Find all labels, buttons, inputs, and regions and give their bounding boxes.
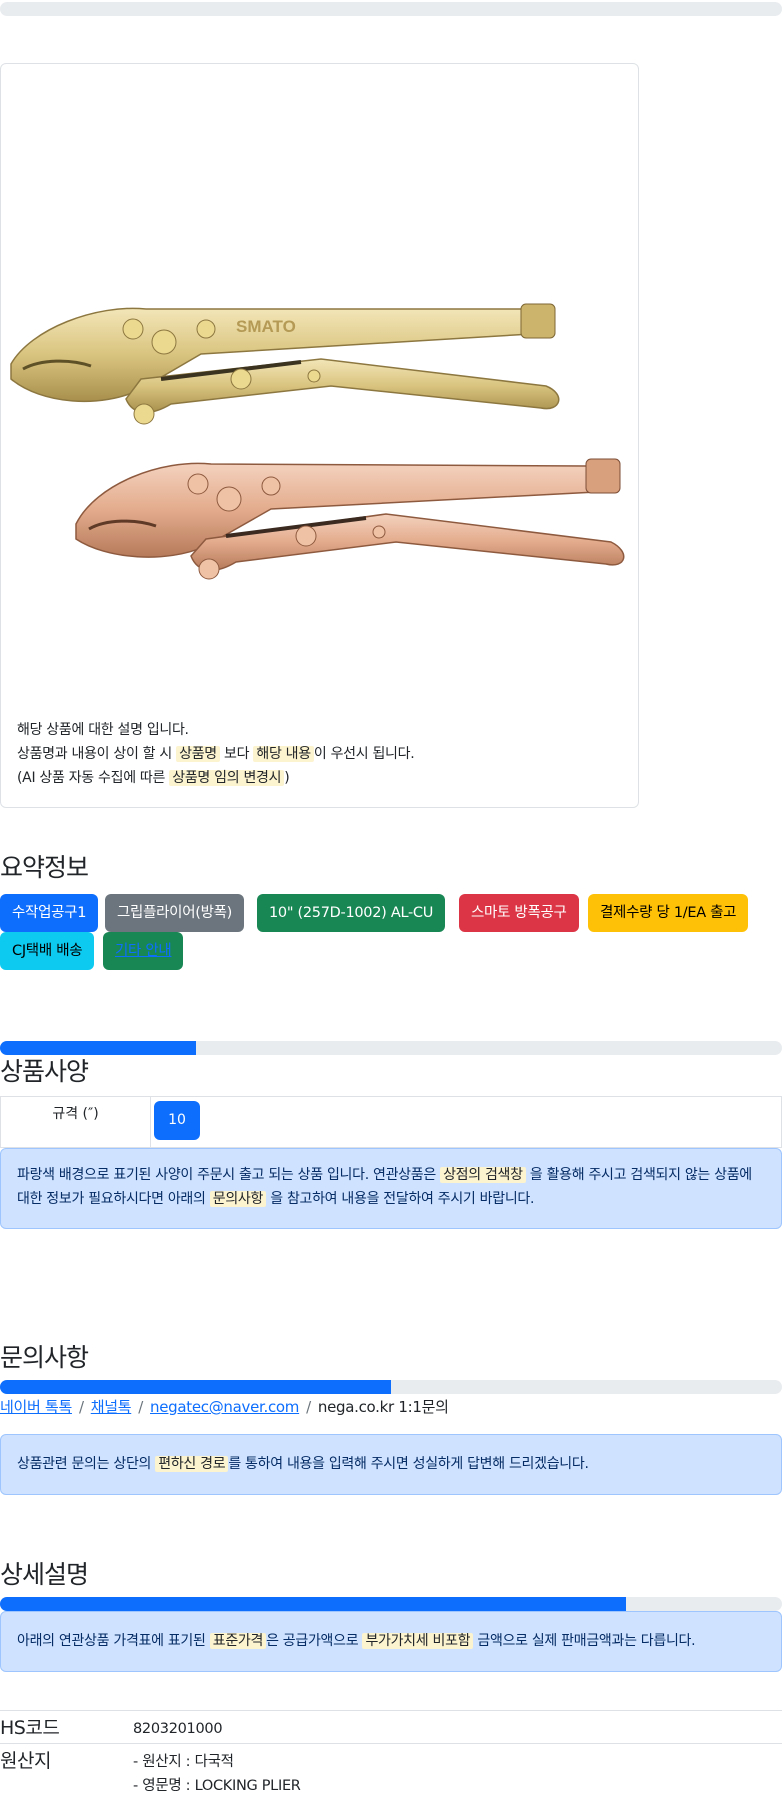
spec-alert: 파랑색 배경으로 표기된 사양이 주문시 출고 되는 상품 입니다. 연관상품은… xyxy=(0,1148,782,1229)
channel-talk-link[interactable]: 채널톡 xyxy=(91,1398,132,1416)
badge-brand[interactable]: 스마토 방폭공구 xyxy=(459,894,579,932)
alert-text: 금액으로 실제 판매금액과는 다릅니다. xyxy=(473,1633,696,1649)
spec-label: 규격 (″) xyxy=(1,1097,151,1147)
inquiry-heading: 문의사항 xyxy=(0,1343,89,1372)
badge-shipping-qty[interactable]: 결제수량 당 1/EA 출고 xyxy=(588,894,749,932)
badge-product-type[interactable]: 그립플라이어(방폭) xyxy=(105,894,245,932)
naver-talk-link[interactable]: 네이버 톡톡 xyxy=(0,1398,72,1416)
desc-line-3: (AI 상품 자동 수집에 따른 상품명 임의 변경시) xyxy=(17,766,414,790)
inquiry-progress-fill xyxy=(0,1380,391,1394)
top-progress-bar xyxy=(0,2,782,16)
badge-model[interactable]: 10" (257D-1002) AL-CU xyxy=(257,894,446,932)
highlight: 편하신 경로 xyxy=(155,1456,229,1472)
spec-heading: 상품사양 xyxy=(0,1057,89,1086)
highlight: 상품명 임의 변경시 xyxy=(169,770,285,786)
highlight: 표준가격 xyxy=(209,1633,267,1649)
desc-text: (AI 상품 자동 수집에 따른 xyxy=(17,770,170,786)
spec-progress-bar xyxy=(0,1041,782,1055)
highlight: 문의사항 xyxy=(209,1191,267,1207)
inquiry-alert: 상품관련 문의는 상단의 편하신 경로 를 통하여 내용을 입력해 주시면 성실하… xyxy=(0,1434,782,1495)
badge-etc[interactable]: 기타 안내 xyxy=(103,932,184,970)
hs-code-row: HS코드 8203201000 xyxy=(0,1710,782,1743)
separator: / xyxy=(306,1398,311,1416)
spec-value-button[interactable]: 10 xyxy=(154,1101,200,1140)
detail-heading: 상세설명 xyxy=(0,1560,89,1589)
desc-text: 상품명과 내용이 상이 할 시 xyxy=(17,746,177,762)
alert-text: 상품관련 문의는 상단의 xyxy=(17,1456,156,1472)
site-inquiry-text: nega.co.kr 1:1문의 xyxy=(317,1398,449,1416)
email-link[interactable]: negatec@naver.com xyxy=(150,1398,299,1416)
origin-label: 원산지 xyxy=(0,1750,51,1772)
alert-text: 은 공급가액으로 xyxy=(266,1633,363,1649)
alert-text: 파랑색 배경으로 표기된 사양이 주문시 출고 되는 상품 입니다. 연관상품은 xyxy=(17,1167,441,1183)
alert-text: 를 통하여 내용을 입력해 주시면 성실하게 답변해 드리겠습니다. xyxy=(228,1456,589,1472)
detail-progress-bar xyxy=(0,1597,782,1611)
product-description: 해당 상품에 대한 설명 입니다. 상품명과 내용이 상이 할 시 상품명 보다… xyxy=(17,718,415,790)
highlight: 상품명 xyxy=(176,746,220,762)
inquiry-progress-bar xyxy=(0,1380,782,1394)
hs-code-value: 8203201000 xyxy=(133,1721,223,1737)
desc-line-2: 상품명과 내용이 상이 할 시 상품명 보다 해당 내용 이 우선시 됩니다. xyxy=(17,742,415,766)
badge-delivery[interactable]: CJ택배 배송 xyxy=(0,932,95,970)
separator: / xyxy=(138,1398,144,1416)
origin-value-line-2: - 영문명 : LOCKING PLIER xyxy=(133,1778,301,1794)
desc-text: 보다 xyxy=(219,746,254,762)
spec-table: 규격 (″) 10 xyxy=(0,1096,782,1148)
origin-row: 원산지 - 원산지 : 다국적 - 영문명 : LOCKING PLIER xyxy=(0,1743,782,1795)
product-card: SMATO 해당 상품에 대한 설명 입니다. 상품명과 내용이 상이 할 시 … xyxy=(0,63,639,808)
alert-text: 아래의 연관상품 가격표에 표기된 xyxy=(17,1633,210,1649)
badge-etc-link[interactable]: 기타 안내 xyxy=(115,943,172,959)
separator: / xyxy=(78,1398,84,1416)
alert-text: 을 참고하여 내용을 전달하여 주시기 바랍니다. xyxy=(266,1191,535,1207)
desc-text: 이 우선시 됩니다. xyxy=(313,746,415,762)
detail-progress-fill xyxy=(0,1597,626,1611)
smato-logo: SMATO xyxy=(236,317,296,336)
highlight: 부가가치세 비포함 xyxy=(362,1633,474,1649)
copper-plier-icon xyxy=(75,458,625,580)
hs-code-label: HS코드 xyxy=(0,1717,60,1739)
inquiry-links: 네이버 톡톡 / 채널톡 / negatec@naver.com / nega.co.kr … xyxy=(0,1396,449,1417)
product-image: SMATO xyxy=(10,303,625,580)
highlight: 상점의 검색창 xyxy=(440,1167,526,1183)
desc-text: ) xyxy=(284,770,290,786)
highlight: 해당 내용 xyxy=(253,746,314,762)
detail-alert: 아래의 연관상품 가격표에 표기된 표준가격 은 공급가액으로 부가가치세 비포함… xyxy=(0,1611,782,1672)
origin-value: - 원산지 : 다국적 - 영문명 : LOCKING PLIER xyxy=(133,1750,301,1795)
desc-line-1: 해당 상품에 대한 설명 입니다. xyxy=(17,722,189,738)
gold-plier-icon: SMATO xyxy=(10,303,560,425)
origin-value-line-1: - 원산지 : 다국적 xyxy=(133,1754,234,1770)
summary-heading: 요약정보 xyxy=(0,853,89,882)
badge-category[interactable]: 수작업공구1 xyxy=(0,894,99,932)
